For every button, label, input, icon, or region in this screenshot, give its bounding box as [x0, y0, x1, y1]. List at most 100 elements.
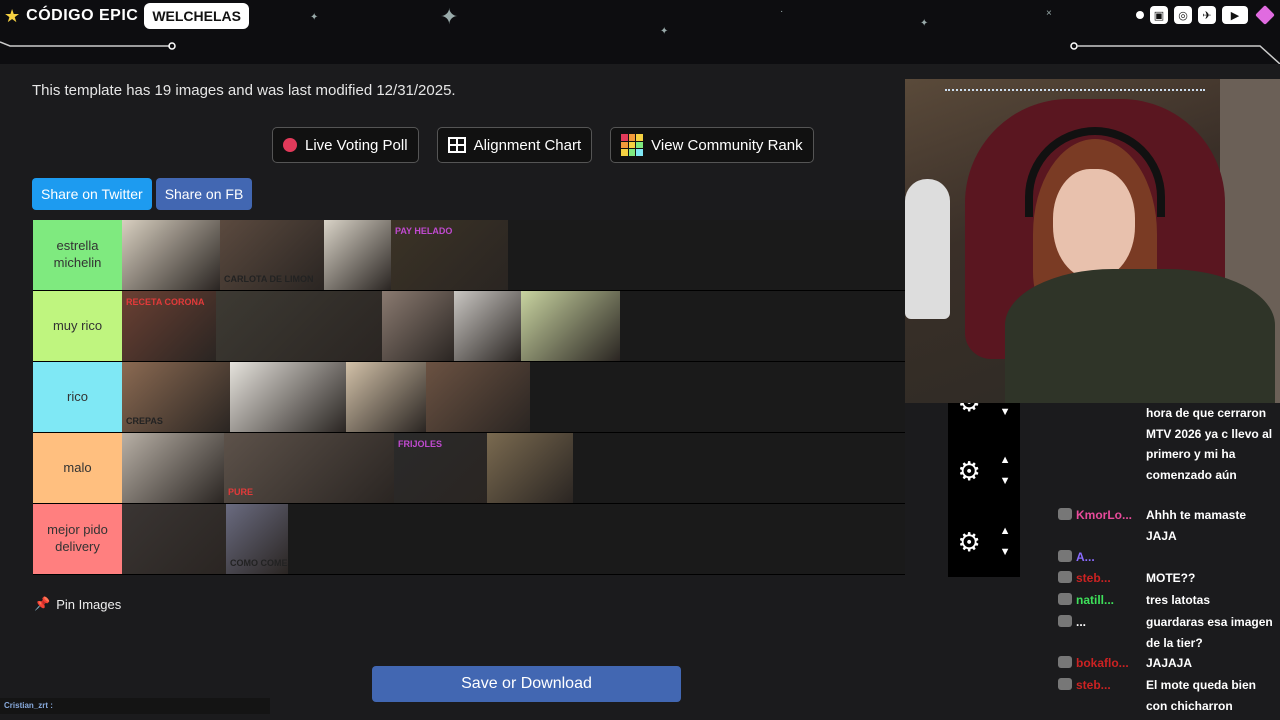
tier-image[interactable]: [122, 220, 220, 290]
image-caption: PAY HELADO: [395, 226, 453, 236]
chat-username[interactable]: ...: [1076, 612, 1146, 633]
tier-image[interactable]: [382, 291, 454, 361]
chat-username[interactable]: bokaflo...: [1076, 653, 1146, 674]
gear-icon[interactable]: ⚙: [957, 458, 980, 484]
image-caption: FRIJOLES: [398, 439, 443, 449]
webcam-feed: [905, 79, 1280, 403]
tier-row[interactable]: malo PURE FRIJOLES: [33, 433, 905, 504]
share-twitter-button[interactable]: Share on Twitter: [32, 178, 152, 210]
chat-message: bokaflo... JAJAJA: [1076, 653, 1280, 674]
move-down-icon[interactable]: ▼: [1000, 407, 1011, 418]
twitch-icon: ▣: [1150, 6, 1168, 24]
tier-image[interactable]: [346, 362, 426, 432]
action-buttons: Live Voting Poll Alignment Chart View Co…: [272, 127, 814, 163]
move-up-icon[interactable]: ▲: [1000, 525, 1011, 537]
tier-label[interactable]: rico: [33, 362, 122, 432]
chat-badge-icon: [1058, 593, 1072, 605]
tier-image[interactable]: [122, 504, 226, 574]
share-fb-button[interactable]: Share on FB: [155, 178, 253, 210]
image-caption: RECETA CORONA: [126, 297, 205, 307]
tier-row[interactable]: estrella michelin CARLOTA DE LIMON PAY HEL…: [33, 220, 905, 291]
tier-row[interactable]: muy rico RECETA CORONA: [33, 291, 905, 362]
move-arrows: ▼: [1000, 403, 1011, 418]
tier-row-controls: ⚙ ▲ ▼: [948, 506, 1020, 577]
tier-image[interactable]: [216, 291, 382, 361]
instagram-icon: ◎: [1174, 6, 1192, 24]
tier-label[interactable]: malo: [33, 433, 122, 503]
chat-badge-icon: [1058, 508, 1072, 520]
microphone: [905, 179, 950, 319]
grid-icon: [447, 137, 466, 153]
chat-username[interactable]: natill...: [1076, 590, 1146, 611]
chat-text: Ahhh te mamaste JAJA: [1146, 508, 1247, 543]
chat-message: natill... tres latotas: [1076, 590, 1280, 611]
tier-row-controls: ⚙▼: [948, 389, 1020, 435]
template-info: This template has 19 images and was last…: [32, 82, 456, 99]
pin-icon: 📌: [34, 596, 51, 611]
tier-row[interactable]: mejor pido delivery COMO COMES: [33, 504, 905, 575]
chat-text: hora de que cerraron MTV 2026 ya c llevo…: [1146, 406, 1273, 482]
circuit-line-icon: [0, 41, 176, 50]
tier-image[interactable]: PAY HELADO: [391, 220, 508, 290]
tier-items: PURE FRIJOLES: [122, 433, 573, 503]
image-caption: PURE: [228, 487, 254, 497]
share-buttons: Share on Twitter Share on FB: [32, 178, 253, 210]
chat-username[interactable]: steb...: [1076, 568, 1146, 589]
tier-label[interactable]: muy rico: [33, 291, 122, 361]
tier-image[interactable]: PURE: [224, 433, 394, 503]
chat-badge-icon: [1058, 550, 1072, 562]
gear-icon[interactable]: ⚙: [957, 529, 980, 555]
chat-text: MOTE??: [1146, 571, 1196, 585]
youtube-icon: ▶: [1222, 6, 1248, 24]
tier-image[interactable]: RECETA CORONA: [122, 291, 216, 361]
tier-image[interactable]: [521, 291, 620, 361]
move-down-icon[interactable]: ▼: [1000, 475, 1011, 487]
tier-image[interactable]: FRIJOLES: [394, 433, 487, 503]
tier-image[interactable]: [230, 362, 346, 432]
chat-message: steb... MOTE??: [1076, 568, 1280, 589]
circuit-line-icon: [1070, 42, 1280, 64]
chat-username[interactable]: steb...: [1076, 675, 1146, 696]
tier-image[interactable]: COMO COMES: [226, 504, 288, 574]
pin-images-toggle[interactable]: 📌 Pin Images: [34, 596, 121, 612]
tier-label[interactable]: mejor pido delivery: [33, 504, 122, 574]
rank-grid-icon: [621, 134, 644, 156]
tier-row[interactable]: rico CREPAS: [33, 362, 905, 433]
move-arrows: ▲ ▼: [1000, 525, 1011, 558]
chat-username[interactable]: KmorLo...: [1076, 505, 1146, 526]
tier-items: CARLOTA DE LIMON PAY HELADO: [122, 220, 508, 290]
community-rank-button[interactable]: View Community Rank: [610, 127, 814, 163]
tier-image[interactable]: CARLOTA DE LIMON: [220, 220, 324, 290]
chat-message: hora de que cerraron MTV 2026 ya c llevo…: [1056, 403, 1278, 482]
tierlist-page: This template has 19 images and was last…: [0, 64, 905, 720]
image-caption: COMO COMES: [230, 558, 288, 568]
tier-image[interactable]: [487, 433, 573, 503]
bottom-chat-user: Cristian_zrt :: [4, 701, 53, 710]
tier-image[interactable]: [122, 433, 224, 503]
chat-text: El mote queda bien con chicharron: [1146, 678, 1257, 713]
live-voting-label: Live Voting Poll: [305, 136, 408, 154]
alignment-chart-button[interactable]: Alignment Chart: [436, 127, 593, 163]
tier-image[interactable]: CREPAS: [122, 362, 230, 432]
twitter-icon: ✈: [1198, 6, 1216, 24]
star-icon: ★: [4, 5, 21, 26]
move-arrows: ▲ ▼: [1000, 454, 1011, 487]
move-down-icon[interactable]: ▼: [1000, 546, 1011, 558]
stream-overlay-header: ✦ ✦ ✦ · ✦ × ★ CÓDIGO EPIC WELCHELAS ▣ ◎ …: [0, 0, 1280, 64]
move-up-icon[interactable]: ▲: [1000, 454, 1011, 466]
image-caption: CREPAS: [126, 416, 163, 426]
chat-username[interactable]: A...: [1076, 547, 1146, 568]
tier-image[interactable]: [324, 220, 391, 290]
chat-badge-icon: [1058, 571, 1072, 583]
bottom-chat-line: Cristian_zrt :: [0, 698, 270, 714]
save-download-button[interactable]: Save or Download: [372, 666, 681, 702]
stream-chat: hora de que cerraron MTV 2026 ya c llevo…: [1020, 403, 1280, 720]
tier-label[interactable]: estrella michelin: [33, 220, 122, 290]
gem-icon: [1255, 5, 1275, 25]
chat-badge-icon: [1058, 656, 1072, 668]
social-icons: ▣ ◎ ✈ ▶: [1136, 5, 1275, 25]
tier-image[interactable]: [454, 291, 521, 361]
tier-items: COMO COMES: [122, 504, 288, 574]
tier-image[interactable]: [426, 362, 530, 432]
live-voting-poll-button[interactable]: Live Voting Poll: [272, 127, 419, 163]
